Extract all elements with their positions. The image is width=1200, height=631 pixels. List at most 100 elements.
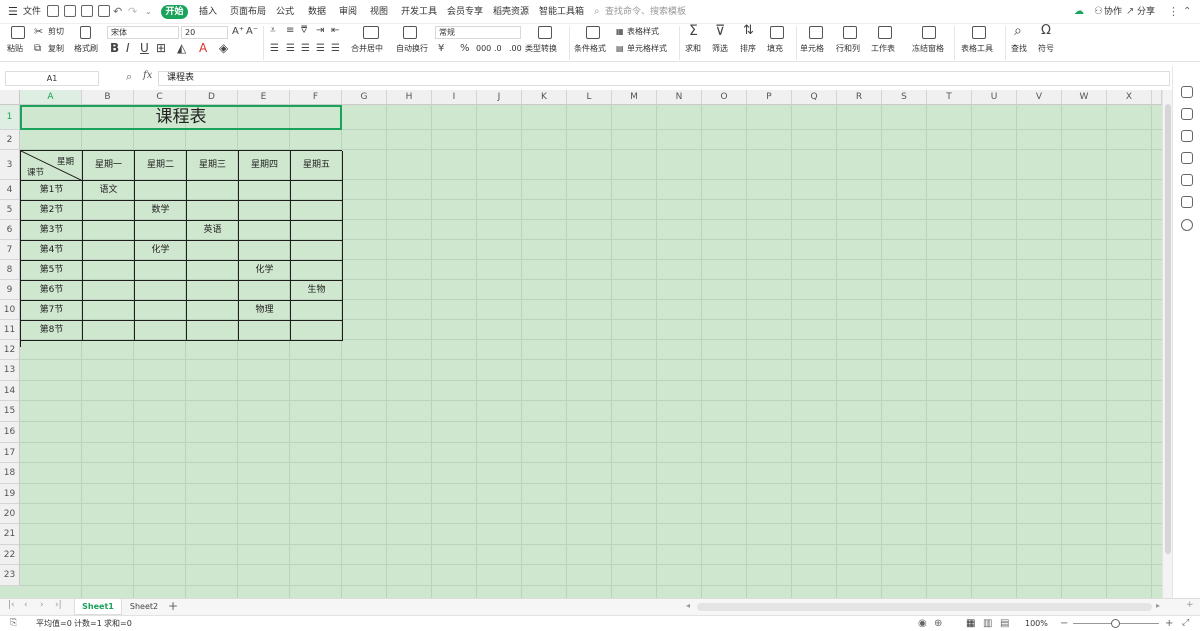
weekday-header-cell[interactable]: 星期二 (135, 151, 187, 181)
increase-decimal-icon[interactable]: .0 (494, 44, 502, 54)
cloud-sync-icon[interactable]: ☁ (1074, 0, 1084, 24)
course-cell[interactable] (135, 181, 187, 201)
hamburger-icon[interactable]: ☰ (8, 0, 18, 24)
location-icon[interactable] (1181, 196, 1193, 208)
paste-icon[interactable] (11, 26, 25, 39)
row-header-15[interactable]: 15 (0, 401, 20, 422)
tab-data[interactable]: 数据 (308, 0, 326, 24)
freeze-panes-button[interactable]: 冻结窗格 (912, 44, 944, 54)
type-convert-icon[interactable] (538, 26, 552, 39)
course-cell[interactable] (291, 321, 343, 341)
print-preview-icon[interactable] (98, 5, 110, 17)
type-convert-button[interactable]: 类型转换 (525, 44, 557, 54)
sum-button[interactable]: 求和 (685, 44, 701, 54)
row-header-8[interactable]: 8 (0, 260, 20, 280)
style-icon[interactable] (1181, 86, 1193, 98)
page-layout-view-icon[interactable]: ▥ (983, 616, 992, 631)
vertical-scroll-thumb[interactable] (1165, 104, 1171, 554)
column-header-k[interactable]: K (522, 90, 567, 105)
course-cell[interactable]: 生物 (291, 281, 343, 301)
row-header-22[interactable]: 22 (0, 545, 20, 565)
add-sheet-right-icon[interactable]: + (1186, 600, 1194, 610)
column-header-o[interactable]: O (702, 90, 747, 105)
find-icon[interactable]: ⌕ (1014, 24, 1022, 38)
align-right-icon[interactable]: ☰ (301, 42, 310, 56)
course-cell[interactable] (83, 281, 135, 301)
first-sheet-icon[interactable]: |‹ (8, 600, 15, 610)
wrap-text-icon[interactable] (403, 26, 417, 39)
period-cell[interactable]: 第5节 (21, 261, 83, 281)
tab-formula[interactable]: 公式 (276, 0, 294, 24)
course-cell[interactable] (83, 321, 135, 341)
underline-icon[interactable]: U (140, 41, 149, 55)
thousands-icon[interactable]: 000 (476, 44, 491, 54)
collapse-ribbon-icon[interactable]: ⌃ (1183, 0, 1191, 24)
save-icon[interactable] (47, 5, 59, 17)
zoom-out-icon[interactable]: − (1060, 616, 1068, 631)
zoom-formula-icon[interactable]: ⌕ (126, 70, 132, 84)
column-header-s[interactable]: S (882, 90, 927, 105)
table-tools-button[interactable]: 表格工具 (961, 44, 993, 54)
font-shrink-icon[interactable]: A⁻ (246, 25, 258, 39)
indent-decrease-icon[interactable]: ⇤ (331, 24, 339, 38)
period-cell[interactable]: 第7节 (21, 301, 83, 321)
border-icon[interactable]: ⊞ (156, 41, 166, 55)
course-cell[interactable] (291, 201, 343, 221)
period-cell[interactable]: 第2节 (21, 201, 83, 221)
course-cell[interactable] (135, 281, 187, 301)
column-header-f[interactable]: F (290, 90, 342, 105)
sort-icon[interactable]: ⇅ (743, 24, 754, 38)
course-cell[interactable] (83, 201, 135, 221)
course-cell[interactable] (187, 181, 239, 201)
course-cell[interactable] (291, 241, 343, 261)
course-cell[interactable] (187, 321, 239, 341)
sort-button[interactable]: 排序 (740, 44, 756, 54)
row-header-23[interactable]: 23 (0, 565, 20, 586)
conditional-format-button[interactable]: 条件格式 (574, 44, 606, 54)
course-cell[interactable]: 英语 (187, 221, 239, 241)
backup-icon[interactable] (1181, 152, 1193, 164)
command-search[interactable]: 查找命令、搜索模板 (605, 0, 686, 24)
paste-button[interactable]: 粘贴 (7, 44, 23, 54)
course-cell[interactable] (187, 241, 239, 261)
tab-smart-toolbox[interactable]: 智能工具箱 (539, 0, 584, 24)
distribute-icon[interactable]: ☰ (331, 42, 340, 56)
eye-protection-icon[interactable]: ◉ (918, 616, 927, 631)
weekday-header-cell[interactable]: 星期三 (187, 151, 239, 181)
column-header-b[interactable]: B (82, 90, 134, 105)
input-mode-icon[interactable]: ⊕ (934, 616, 942, 631)
merge-center-button[interactable]: 合并居中 (351, 44, 383, 54)
align-bottom-icon[interactable]: ⩢ (301, 24, 307, 38)
column-header-t[interactable]: T (927, 90, 972, 105)
row-header-9[interactable]: 9 (0, 280, 20, 300)
zoom-slider-thumb[interactable] (1111, 619, 1120, 628)
course-cell[interactable]: 化学 (135, 241, 187, 261)
row-header-2[interactable]: 2 (0, 130, 20, 150)
row-header-7[interactable]: 7 (0, 240, 20, 260)
horizontal-scrollbar[interactable] (697, 603, 1152, 611)
worksheet-icon[interactable] (878, 26, 892, 39)
column-header-x[interactable]: X (1107, 90, 1152, 105)
select-all-corner[interactable] (0, 90, 20, 105)
row-header-20[interactable]: 20 (0, 504, 20, 524)
period-cell[interactable]: 第3节 (21, 221, 83, 241)
column-header-l[interactable]: L (567, 90, 612, 105)
font-color-icon[interactable]: A (199, 41, 207, 55)
percent-icon[interactable]: % (460, 42, 470, 56)
worksheet-grid[interactable]: ABCDEFGHIJKLMNOPQRSTUVWX 1 2 3 4 5 6 7 8 9 10 11 12… (0, 90, 1162, 598)
period-cell[interactable]: 第6节 (21, 281, 83, 301)
properties-icon[interactable] (1181, 130, 1193, 142)
tab-start[interactable]: 开始 (161, 5, 188, 19)
align-center-icon[interactable]: ☰ (286, 42, 295, 56)
course-cell[interactable] (187, 261, 239, 281)
more-icon[interactable]: ⋮ (1168, 0, 1179, 24)
normal-view-icon[interactable]: ▦ (966, 616, 975, 631)
font-name-select[interactable]: 宋体 (107, 26, 179, 39)
row-header-6[interactable]: 6 (0, 220, 20, 240)
customize-quick-access-icon[interactable]: ⌄ (145, 0, 152, 24)
indent-increase-icon[interactable]: ⇥ (316, 24, 324, 38)
tab-page-layout[interactable]: 页面布局 (230, 0, 266, 24)
sheet-tab-sheet2[interactable]: Sheet2 (124, 599, 164, 615)
column-header-u[interactable]: U (972, 90, 1017, 105)
align-left-icon[interactable]: ☰ (270, 42, 279, 56)
